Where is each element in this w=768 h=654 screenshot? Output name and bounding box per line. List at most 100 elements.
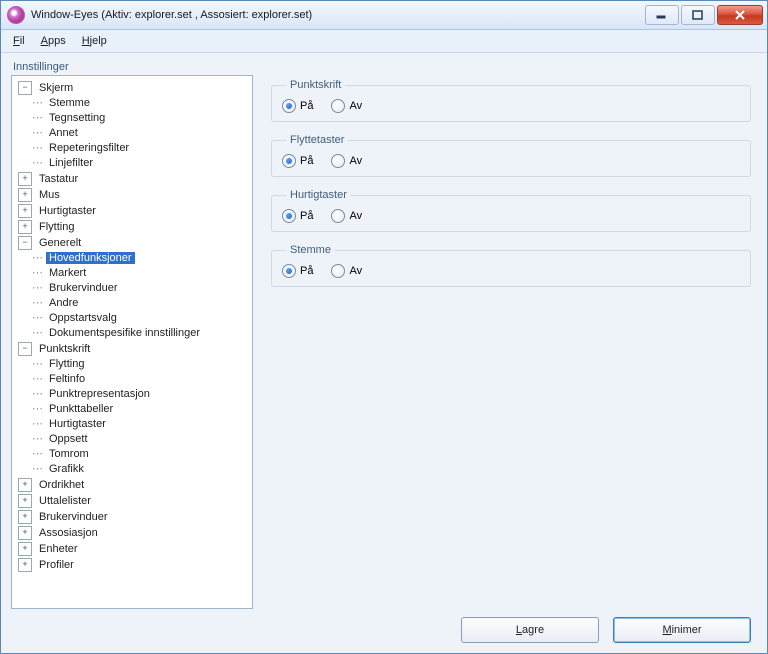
tree-item[interactable]: Flytting (36, 221, 77, 233)
settings-tree[interactable]: −Skjerm⋯Stemme⋯Tegnsetting⋯Annet⋯Repeter… (11, 75, 253, 609)
expand-icon[interactable]: + (18, 510, 32, 524)
tree-item[interactable]: Tomrom (46, 448, 92, 460)
tree-item[interactable]: Brukervinduer (36, 511, 110, 523)
tree-joint-icon: ⋯ (32, 111, 44, 124)
group-title: Hurtigtaster (286, 189, 351, 201)
tree-joint-icon: ⋯ (32, 96, 44, 109)
tree-joint-icon: ⋯ (32, 156, 44, 169)
tree-item[interactable]: Linjefilter (46, 157, 96, 169)
tree-item[interactable]: Hurtigtaster (46, 418, 109, 430)
tree-item[interactable]: Andre (46, 297, 81, 309)
tree-item[interactable]: Oppstartsvalg (46, 312, 120, 324)
tree-joint-icon: ⋯ (32, 296, 44, 309)
expand-icon[interactable]: + (18, 558, 32, 572)
footer-buttons: Lagre Minimer (11, 609, 757, 643)
tree-item[interactable]: Brukervinduer (46, 282, 120, 294)
tree-item[interactable]: Dokumentspesifike innstillinger (46, 327, 203, 339)
expand-icon[interactable]: + (18, 478, 32, 492)
radio-stemme-off[interactable]: Av (331, 264, 362, 278)
tree-item[interactable]: Grafikk (46, 463, 87, 475)
expand-icon[interactable]: + (18, 204, 32, 218)
tree-item[interactable]: Punkttabeller (46, 403, 116, 415)
tree-item[interactable]: Profiler (36, 559, 77, 571)
tree-item[interactable]: Punktskrift (36, 343, 93, 355)
radio-flyttetaster-off[interactable]: Av (331, 154, 362, 168)
tree-joint-icon: ⋯ (32, 372, 44, 385)
collapse-icon[interactable]: − (18, 342, 32, 356)
menu-help[interactable]: Hjelp (76, 33, 113, 49)
menu-file[interactable]: Fil (7, 33, 31, 49)
expand-icon[interactable]: + (18, 172, 32, 186)
tree-item[interactable]: Mus (36, 189, 63, 201)
app-window: Window-Eyes (Aktiv: explorer.set , Assos… (0, 0, 768, 654)
radio-label: Av (349, 265, 362, 277)
radio-indicator-icon (282, 264, 296, 278)
tree-item[interactable]: Hovedfunksjoner (46, 252, 135, 264)
expand-icon[interactable]: + (18, 188, 32, 202)
menubar: Fil Apps Hjelp (1, 30, 767, 53)
expand-icon[interactable]: + (18, 220, 32, 234)
tree-item[interactable]: Skjerm (36, 82, 76, 94)
tree-item[interactable]: Feltinfo (46, 373, 88, 385)
radio-hurtigtaster-on[interactable]: På (282, 209, 313, 223)
tree-item[interactable]: Hurtigtaster (36, 205, 99, 217)
radio-label: På (300, 155, 313, 167)
expand-icon[interactable]: + (18, 542, 32, 556)
tree-joint-icon: ⋯ (32, 402, 44, 415)
tree-joint-icon: ⋯ (32, 417, 44, 430)
radio-label: Av (349, 100, 362, 112)
group-title: Stemme (286, 244, 335, 256)
collapse-icon[interactable]: − (18, 81, 32, 95)
radio-label: Av (349, 155, 362, 167)
radio-indicator-icon (282, 209, 296, 223)
tree-joint-icon: ⋯ (32, 387, 44, 400)
radio-flyttetaster-on[interactable]: På (282, 154, 313, 168)
collapse-icon[interactable]: − (18, 236, 32, 250)
radio-hurtigtaster-off[interactable]: Av (331, 209, 362, 223)
tree-item[interactable]: Repeteringsfilter (46, 142, 132, 154)
tree-item[interactable]: Stemme (46, 97, 93, 109)
tree-item[interactable]: Tastatur (36, 173, 81, 185)
expand-icon[interactable]: + (18, 494, 32, 508)
tree-item[interactable]: Generelt (36, 237, 84, 249)
tree-item[interactable]: Flytting (46, 358, 87, 370)
settings-panel: PunktskriftPåAvFlyttetasterPåAvHurtigtas… (271, 75, 757, 609)
window-title: Window-Eyes (Aktiv: explorer.set , Assos… (31, 9, 645, 21)
tree-joint-icon: ⋯ (32, 357, 44, 370)
minimize-button[interactable]: Minimer (613, 617, 751, 643)
radio-punktskrift-on[interactable]: På (282, 99, 313, 113)
menu-apps[interactable]: Apps (35, 33, 72, 49)
tree-item[interactable]: Tegnsetting (46, 112, 108, 124)
tree-item[interactable]: Markert (46, 267, 89, 279)
tree-joint-icon: ⋯ (32, 266, 44, 279)
radio-indicator-icon (331, 209, 345, 223)
radio-indicator-icon (282, 99, 296, 113)
window-controls (645, 5, 763, 25)
tree-item[interactable]: Annet (46, 127, 81, 139)
minimize-window-button[interactable] (645, 5, 679, 25)
tree-item[interactable]: Punktrepresentasjon (46, 388, 153, 400)
maximize-window-button[interactable] (681, 5, 715, 25)
group-title: Punktskrift (286, 79, 345, 91)
radio-stemme-on[interactable]: På (282, 264, 313, 278)
expand-icon[interactable]: + (18, 526, 32, 540)
titlebar[interactable]: Window-Eyes (Aktiv: explorer.set , Assos… (1, 1, 767, 30)
radio-indicator-icon (331, 264, 345, 278)
group-title: Flyttetaster (286, 134, 348, 146)
tree-joint-icon: ⋯ (32, 326, 44, 339)
group-hurtigtaster: Hurtigtaster På Av (271, 189, 751, 232)
close-window-button[interactable] (717, 5, 763, 25)
radio-indicator-icon (282, 154, 296, 168)
tree-item[interactable]: Oppsett (46, 433, 91, 445)
tree-item[interactable]: Ordrikhet (36, 479, 87, 491)
group-stemme: Stemme På Av (271, 244, 751, 287)
panel-heading: Innstillinger (13, 61, 757, 73)
save-button[interactable]: Lagre (461, 617, 599, 643)
tree-joint-icon: ⋯ (32, 141, 44, 154)
tree-item[interactable]: Uttalelister (36, 495, 94, 507)
radio-punktskrift-off[interactable]: Av (331, 99, 362, 113)
radio-label: På (300, 210, 313, 222)
tree-item[interactable]: Assosiasjon (36, 527, 101, 539)
tree-joint-icon: ⋯ (32, 462, 44, 475)
tree-item[interactable]: Enheter (36, 543, 81, 555)
